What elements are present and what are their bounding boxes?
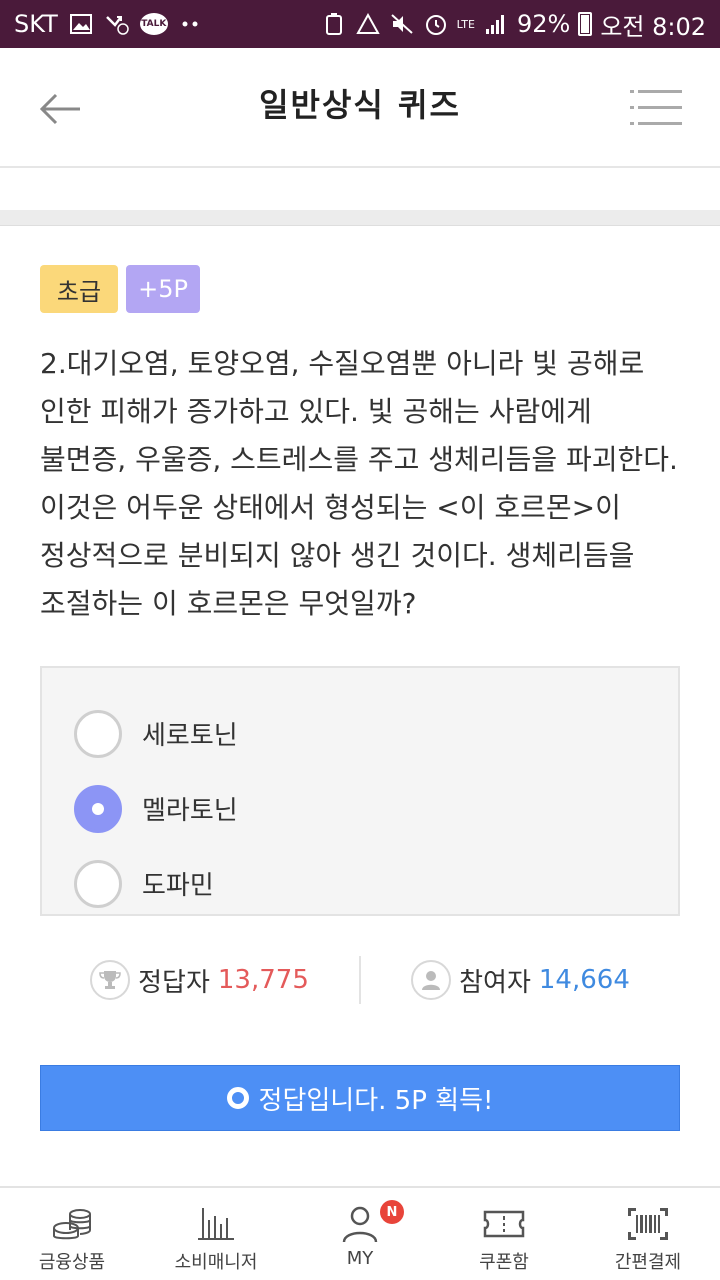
recycle-icon — [355, 11, 381, 37]
carrier-label: SKT — [14, 10, 58, 38]
bar-chart-icon — [198, 1208, 234, 1240]
battery-percent: 92% — [516, 10, 571, 38]
coins-icon — [53, 1209, 91, 1240]
status-bar: SKT TALK LTE 92% 오전 8:02 — [0, 0, 720, 48]
option-dopamine[interactable]: 도파민 — [42, 846, 678, 921]
nav-spending-manager[interactable]: 소비매니저 — [144, 1188, 288, 1280]
circle-check-icon — [226, 1087, 249, 1109]
menu-button[interactable] — [630, 86, 682, 130]
page-title: 일반상식 퀴즈 — [259, 86, 461, 124]
option-label: 멜라토닌 — [142, 796, 238, 826]
option-melatonin[interactable]: 멜라토닌 — [42, 771, 678, 846]
quiz-badges: 초급 +5P — [40, 265, 200, 313]
result-message: 정답입니다. 5P 획득! — [258, 1085, 494, 1116]
result-banner: 정답입니다. 5P 획득! — [40, 1065, 680, 1131]
user-icon — [342, 1206, 378, 1243]
correct-label: 정답자 — [138, 967, 210, 998]
trophy-icon — [90, 960, 131, 1000]
section-divider — [0, 210, 720, 226]
missed-call-icon — [104, 11, 130, 37]
radio-unchecked[interactable] — [74, 709, 122, 758]
option-label: 세로토닌 — [142, 721, 238, 751]
radio-unchecked[interactable] — [74, 859, 122, 908]
point-badge: +5P — [126, 265, 200, 313]
nav-label: 간편결제 — [614, 1252, 682, 1273]
quiz-stats: 정답자 13,775 참여자 14,664 — [40, 956, 680, 1004]
signal-icon — [483, 11, 509, 37]
nav-coupons[interactable]: 쿠폰함 — [432, 1188, 576, 1280]
participants-label: 참여자 — [459, 967, 531, 998]
kakaotalk-icon: TALK — [139, 13, 168, 35]
level-badge: 초급 — [40, 265, 118, 313]
participants-stat: 참여자 14,664 — [361, 960, 680, 1000]
clock: 오전 8:02 — [600, 12, 706, 41]
nav-label: 쿠폰함 — [479, 1252, 529, 1273]
nav-financial-products[interactable]: 금융상품 — [0, 1188, 144, 1280]
alarm-icon — [423, 11, 449, 37]
nav-label: 소비매니저 — [174, 1252, 258, 1273]
option-label: 도파민 — [142, 871, 214, 901]
option-serotonin[interactable]: 세로토닌 — [42, 696, 678, 771]
participants-count: 14,664 — [538, 965, 630, 995]
bottom-nav: 금융상품 소비매니저 N MY 쿠폰함 간편결제 — [0, 1186, 720, 1280]
correct-stat: 정답자 13,775 — [40, 960, 359, 1000]
menu-icon — [630, 90, 682, 125]
nav-easy-pay[interactable]: 간편결제 — [576, 1188, 720, 1280]
more-notifications-icon — [178, 11, 204, 37]
ticket-icon — [483, 1210, 525, 1238]
nav-my[interactable]: N MY — [288, 1188, 432, 1280]
network-type-label: LTE — [456, 17, 475, 31]
correct-count: 13,775 — [217, 965, 309, 995]
answer-options: 세로토닌 멜라토닌 도파민 — [40, 666, 680, 916]
quiz-question: 2.대기오염, 토양오염, 수질오염뿐 아니라 빛 공해로 인한 피해가 증가하… — [40, 347, 678, 620]
new-badge: N — [380, 1200, 404, 1224]
person-icon — [411, 960, 452, 1000]
radio-checked[interactable] — [74, 784, 122, 833]
gallery-icon — [68, 11, 94, 37]
nav-label: MY — [346, 1248, 374, 1269]
battery-icon — [578, 12, 593, 36]
barcode-icon — [628, 1208, 668, 1240]
battery-saver-icon — [321, 11, 347, 37]
mute-icon — [389, 11, 415, 37]
nav-label: 금융상품 — [38, 1252, 106, 1273]
app-header: 일반상식 퀴즈 — [0, 48, 720, 168]
